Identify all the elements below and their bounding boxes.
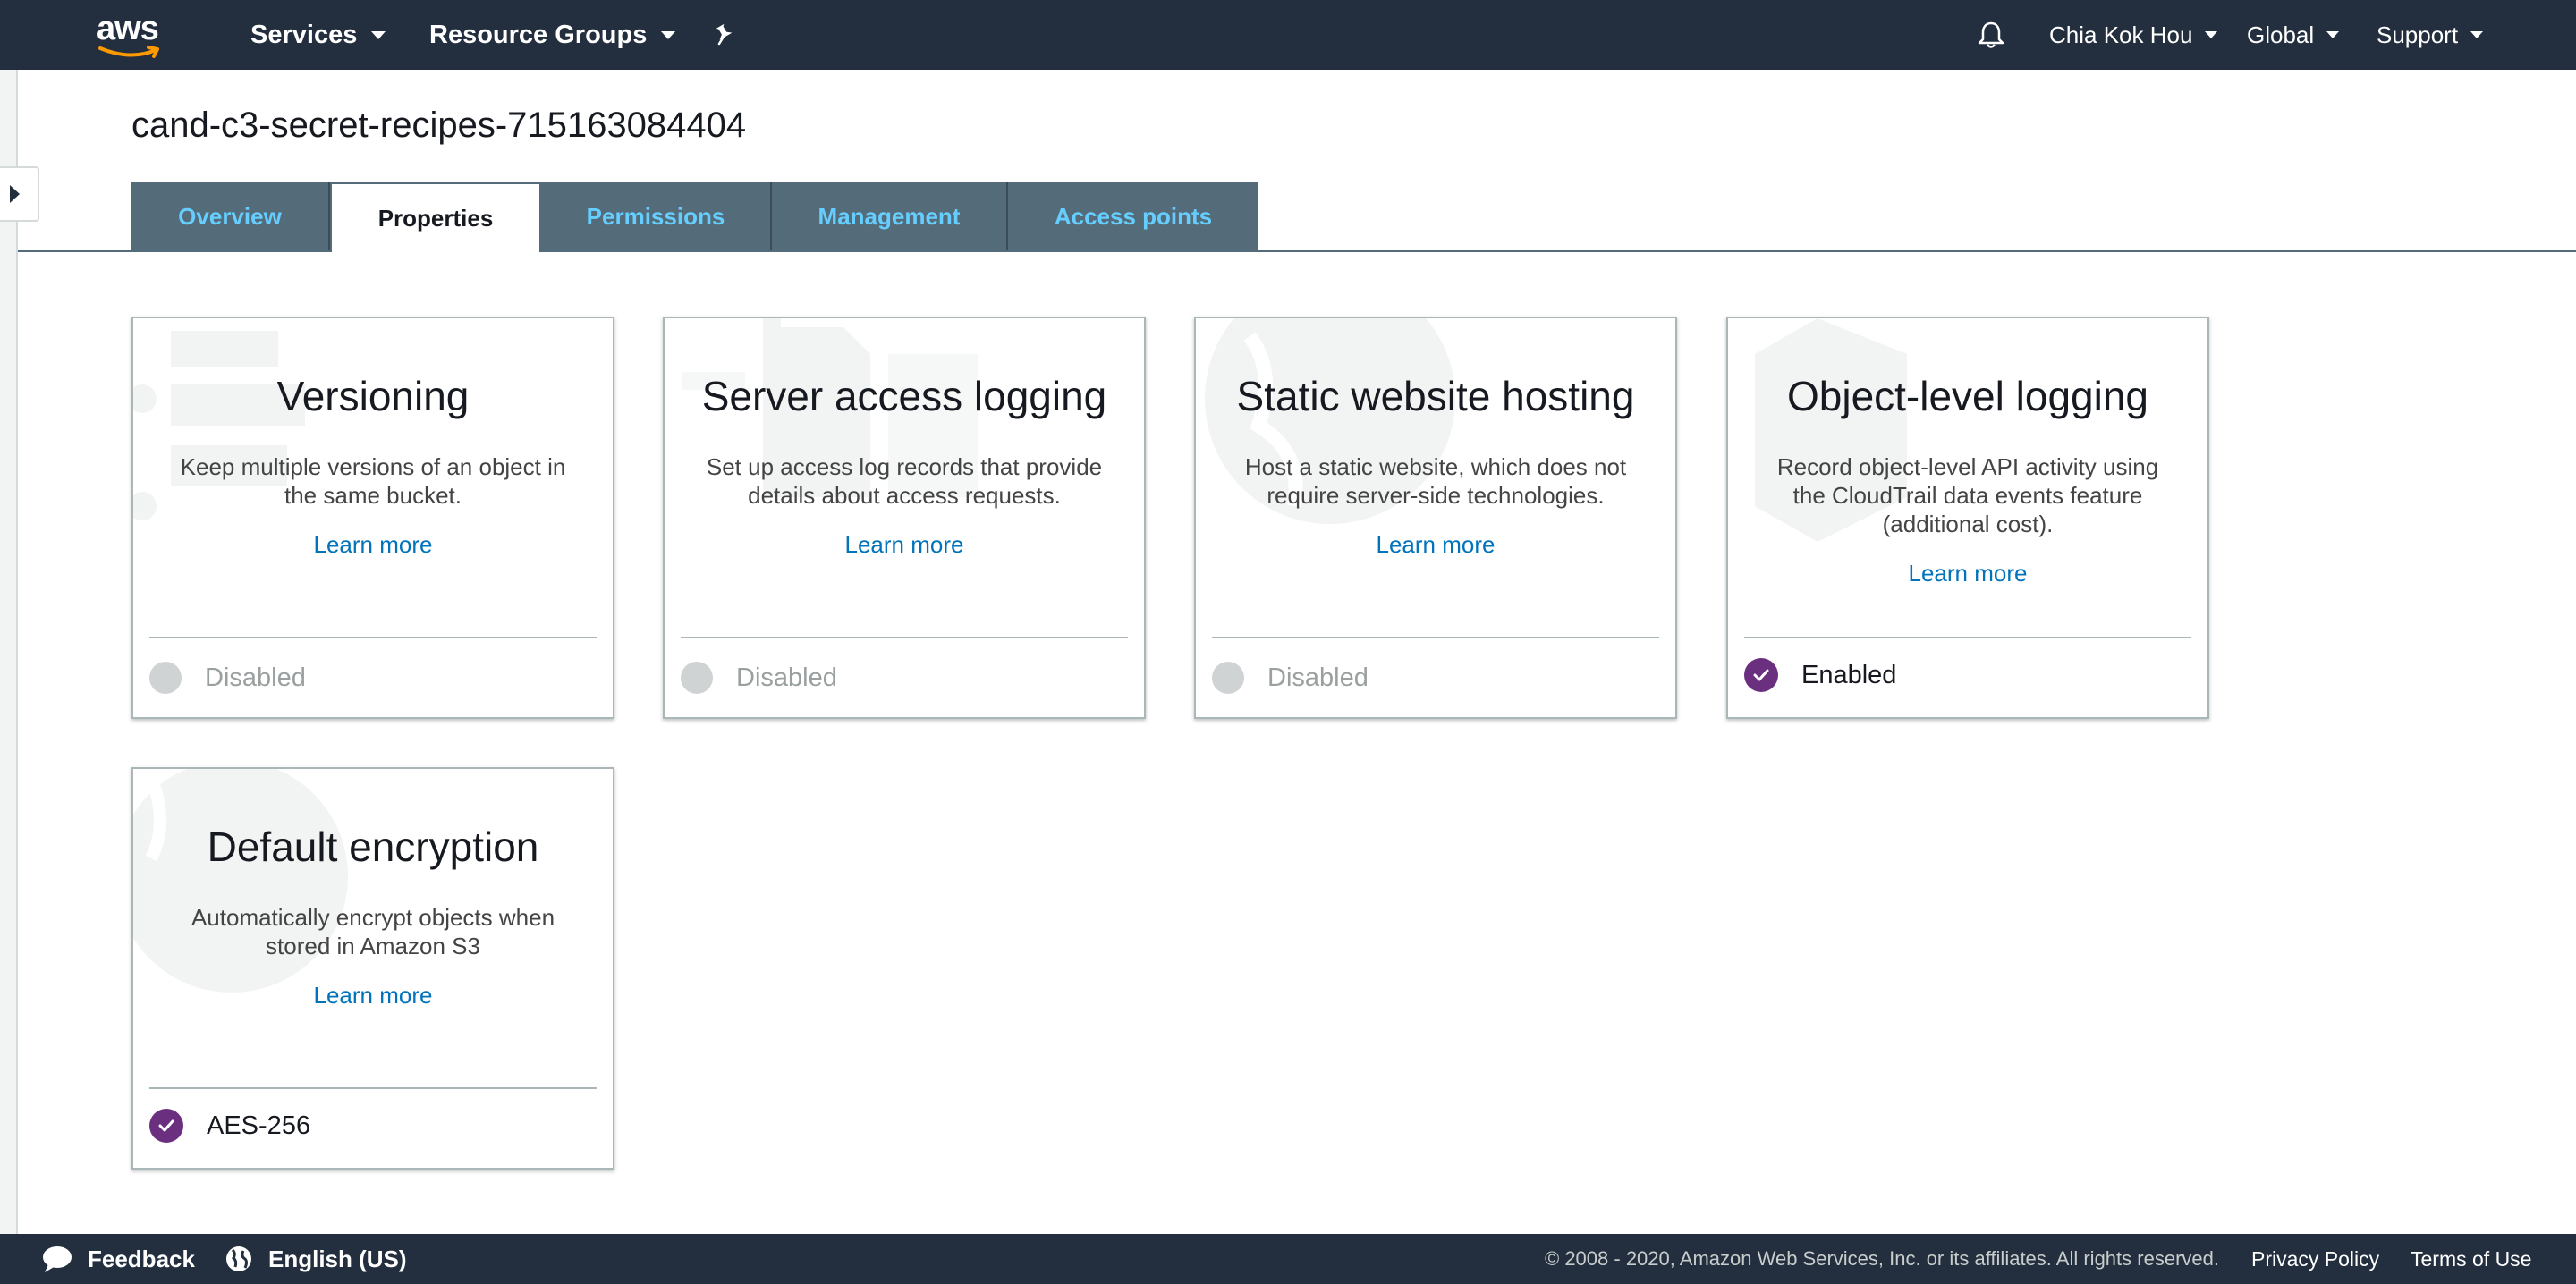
services-label: Services — [250, 20, 358, 49]
card-divider — [681, 637, 1128, 638]
card-divider — [149, 637, 597, 638]
services-menu[interactable]: Services — [250, 0, 386, 70]
tab-overview[interactable]: Overview — [131, 182, 330, 250]
feedback-button[interactable]: Feedback — [41, 1234, 195, 1284]
chevron-right-icon — [9, 185, 20, 203]
learn-more-link[interactable]: Learn more — [665, 531, 1144, 559]
card-description: Record object-level API activity using t… — [1776, 453, 2159, 537]
card-title: Static website hosting — [1236, 373, 1635, 419]
status-label: Disabled — [205, 663, 306, 692]
aws-logo[interactable]: aws — [97, 10, 165, 58]
status-disabled-icon — [681, 662, 713, 694]
language-selector[interactable]: English (US) — [225, 1234, 407, 1284]
card-status: Disabled — [1212, 662, 1368, 694]
chevron-down-icon — [2326, 31, 2340, 38]
account-menu[interactable]: Chia Kok Hou — [2049, 0, 2218, 70]
footer-bar: Feedback English (US) © 2008 - 2020, Ama… — [0, 1234, 2576, 1284]
card-title: Server access logging — [701, 373, 1107, 419]
chevron-down-icon — [371, 30, 386, 39]
feedback-label: Feedback — [88, 1245, 195, 1272]
support-menu[interactable]: Support — [2377, 0, 2484, 70]
card-status: Enabled — [1744, 658, 1896, 692]
card-divider — [149, 1087, 597, 1089]
learn-more-link[interactable]: Learn more — [1728, 560, 2207, 587]
learn-more-link[interactable]: Learn more — [133, 982, 613, 1009]
card-divider — [1744, 637, 2191, 638]
sidebar-toggle-button[interactable] — [0, 166, 39, 222]
pin-button[interactable] — [714, 0, 735, 70]
notification-bell-icon — [1978, 21, 2004, 48]
bucket-name-title: cand-c3-secret-recipes-715163084404 — [131, 106, 747, 145]
checkmark-icon — [149, 1109, 183, 1143]
tab-label: Overview — [178, 202, 282, 230]
status-label: Disabled — [1267, 663, 1368, 692]
static-website-hosting-card[interactable]: Static website hosting Host a static web… — [1194, 317, 1677, 719]
region-label: Global — [2247, 21, 2315, 48]
chevron-down-icon — [2470, 31, 2484, 38]
tab-access-points[interactable]: Access points — [1008, 182, 1258, 250]
copyright-text: © 2008 - 2020, Amazon Web Services, Inc.… — [1545, 1247, 2219, 1270]
resource-groups-menu[interactable]: Resource Groups — [429, 0, 676, 70]
tab-label: Management — [818, 202, 961, 230]
object-level-logging-card[interactable]: Object-level logging Record object-level… — [1726, 317, 2209, 719]
left-sidebar-rail — [0, 70, 18, 1234]
user-name-label: Chia Kok Hou — [2049, 21, 2193, 48]
checkmark-icon — [1744, 658, 1778, 692]
server-access-logging-card[interactable]: Server access logging Set up access log … — [663, 317, 1146, 719]
top-navigation-bar: aws Services Resource Groups Chia Kok Ho… — [0, 0, 2576, 70]
card-description: Keep multiple versions of an object in t… — [180, 453, 566, 509]
card-status: Disabled — [149, 662, 306, 694]
card-description: Host a static website, which does not re… — [1244, 453, 1627, 509]
versioning-card[interactable]: Versioning Keep multiple versions of an … — [131, 317, 614, 719]
globe-icon — [226, 1246, 251, 1271]
aws-smile-icon — [98, 46, 159, 58]
language-label: English (US) — [268, 1245, 407, 1272]
tab-label: Access points — [1054, 202, 1213, 230]
tab-label: Properties — [377, 204, 494, 232]
speech-bubble-icon — [43, 1246, 72, 1272]
pin-icon — [716, 23, 733, 46]
status-disabled-icon — [1212, 662, 1244, 694]
card-title: Object-level logging — [1786, 373, 2148, 419]
default-encryption-card[interactable]: Default encryption Automatically encrypt… — [131, 767, 614, 1170]
terms-of-use-link[interactable]: Terms of Use — [2411, 1234, 2531, 1284]
tab-permissions[interactable]: Permissions — [541, 182, 772, 250]
notifications-button[interactable] — [1977, 0, 2005, 70]
card-title: Versioning — [276, 373, 470, 419]
learn-more-link[interactable]: Learn more — [133, 531, 613, 559]
bucket-tabs: Overview Properties Permissions Manageme… — [131, 182, 1258, 252]
card-status: Disabled — [681, 662, 837, 694]
resource-groups-label: Resource Groups — [429, 20, 648, 49]
aws-logo-text: aws — [97, 10, 159, 47]
status-label: Enabled — [1801, 660, 1897, 689]
status-label: AES-256 — [207, 1111, 311, 1140]
status-label: Disabled — [736, 663, 837, 692]
card-description: Automatically encrypt objects when store… — [191, 904, 555, 959]
privacy-policy-link[interactable]: Privacy Policy — [2251, 1234, 2379, 1284]
chevron-down-icon — [2205, 31, 2218, 38]
tab-label: Permissions — [586, 202, 725, 230]
learn-more-link[interactable]: Learn more — [1196, 531, 1675, 559]
card-status: AES-256 — [149, 1109, 310, 1143]
status-disabled-icon — [149, 662, 182, 694]
card-title: Default encryption — [207, 824, 539, 870]
region-menu[interactable]: Global — [2247, 0, 2340, 70]
chevron-down-icon — [661, 30, 676, 39]
support-label: Support — [2377, 21, 2459, 48]
card-divider — [1212, 637, 1659, 638]
tab-management[interactable]: Management — [772, 182, 1008, 250]
tab-properties[interactable]: Properties — [330, 182, 541, 252]
card-description: Set up access log records that provide d… — [706, 453, 1103, 509]
